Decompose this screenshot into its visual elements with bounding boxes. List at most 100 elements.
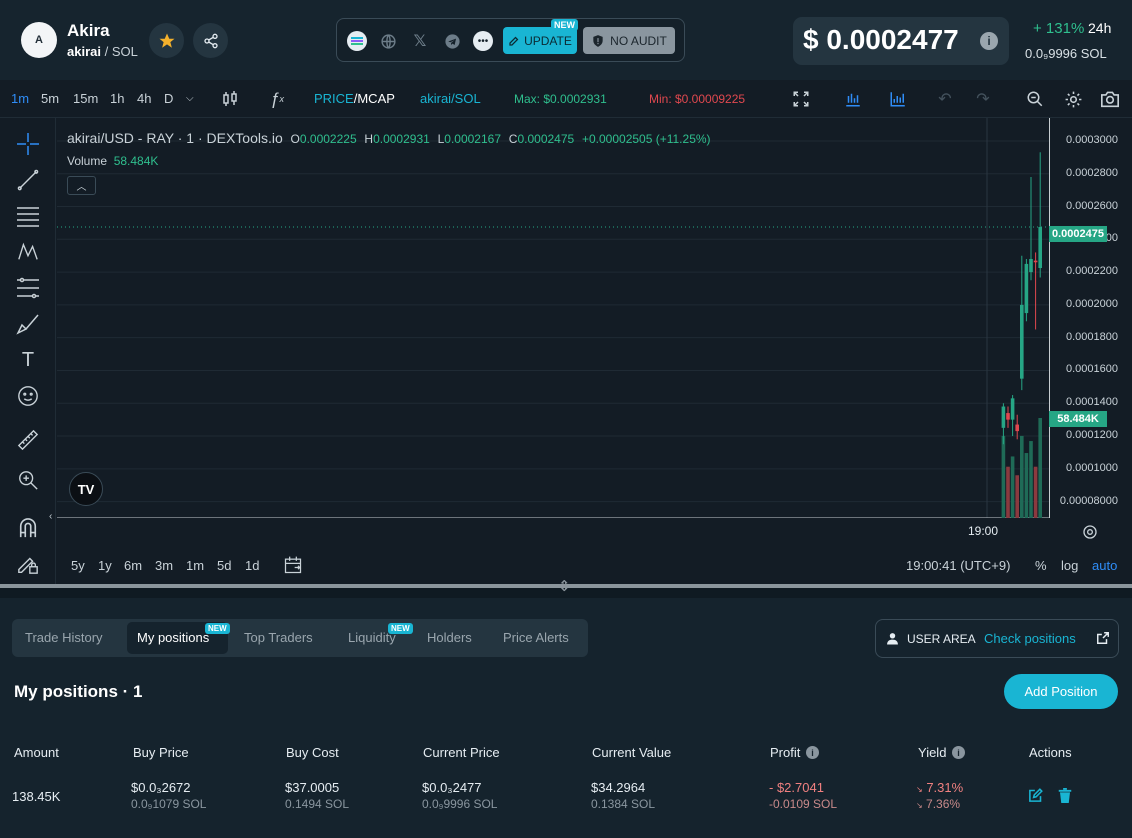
- range-3m[interactable]: 3m: [155, 558, 173, 573]
- brush-icon[interactable]: [14, 310, 42, 338]
- legend-low: 0.0002167: [444, 132, 502, 146]
- timeframe-5m[interactable]: 5m: [41, 91, 59, 106]
- indicators-icon[interactable]: ƒx: [266, 88, 288, 110]
- ruler-icon[interactable]: [14, 426, 42, 454]
- more-icon[interactable]: •••: [473, 31, 493, 51]
- chart-search-icon[interactable]: [1024, 88, 1046, 110]
- candle-body: [1024, 263, 1029, 314]
- price-change: + 131%: [1033, 20, 1085, 37]
- scroll-left-icon[interactable]: ‹: [49, 511, 52, 522]
- volume-bar: [1020, 435, 1024, 518]
- external-link-icon[interactable]: [1096, 631, 1110, 645]
- edit-position-icon[interactable]: [1028, 788, 1043, 803]
- price-scale[interactable]: 0.00030000.00028000.00026000.00024000.00…: [1049, 118, 1132, 518]
- price-scale-label: 0.0001200: [1066, 429, 1118, 442]
- emoji-icon[interactable]: [14, 382, 42, 410]
- favorite-button[interactable]: [149, 23, 184, 58]
- delete-position-icon[interactable]: [1058, 788, 1072, 803]
- x-icon[interactable]: 𝕏: [410, 31, 430, 51]
- liquidity-new-badge: NEW: [388, 623, 413, 634]
- tab-holders[interactable]: Holders: [427, 630, 472, 645]
- usd-price: $ 0.0002477: [803, 24, 959, 55]
- price-scale-label: 0.0001400: [1066, 396, 1118, 409]
- telegram-icon[interactable]: [442, 31, 462, 51]
- range-6m[interactable]: 6m: [124, 558, 142, 573]
- auto-toggle[interactable]: auto: [1092, 558, 1117, 573]
- timeframe-4h[interactable]: 4h: [137, 91, 151, 106]
- add-position-button[interactable]: Add Position: [1004, 674, 1118, 709]
- date-range-icon[interactable]: [283, 555, 303, 580]
- candle-body: [1001, 406, 1006, 428]
- crosshair-icon[interactable]: [14, 130, 42, 158]
- resize-handle-icon[interactable]: ⇕: [558, 577, 571, 595]
- row-buy-cost-sol: 0.1494 SOL: [285, 797, 350, 811]
- check-positions-link[interactable]: Check positions: [984, 631, 1076, 646]
- volume-bar: [1015, 475, 1019, 518]
- fib-tool-icon[interactable]: [14, 274, 42, 302]
- zoom-in-icon[interactable]: [14, 466, 42, 494]
- pair-toggle[interactable]: akirai/SOL: [420, 91, 481, 106]
- range-1m[interactable]: 1m: [186, 558, 204, 573]
- range-1y[interactable]: 1y: [98, 558, 112, 573]
- update-new-badge: NEW: [551, 19, 578, 31]
- chart-settings-icon[interactable]: [1062, 88, 1084, 110]
- timeframe-1h[interactable]: 1h: [110, 91, 124, 106]
- row-buy-cost: $37.0005: [285, 780, 340, 795]
- volume-tag: 58.484K: [1049, 411, 1107, 427]
- lock-drawings-icon[interactable]: [14, 550, 42, 578]
- range-1d[interactable]: 1d: [245, 558, 259, 573]
- candle-body: [1033, 260, 1038, 263]
- current-price-tag: 0.0002475: [1049, 226, 1107, 242]
- no-audit-button[interactable]: NO AUDIT: [583, 27, 675, 54]
- yield-info-icon[interactable]: i: [952, 746, 965, 759]
- share-button[interactable]: [193, 23, 228, 58]
- timeframe-d[interactable]: D: [164, 91, 173, 106]
- social-links-box: 𝕏 ••• UPDATE NEW NO AUDIT: [336, 18, 685, 62]
- timeframe-dropdown-icon[interactable]: ⌵: [186, 93, 194, 104]
- chart-widget: 1m 5m 15m 1h 4h D ⌵ ƒx PRICE/MCAP akirai…: [0, 80, 1132, 586]
- row-buy-price: $0.0₃2672: [131, 780, 191, 795]
- collapse-legend-button[interactable]: ︿: [67, 176, 96, 195]
- tab-my-positions[interactable]: My positions: [137, 630, 209, 645]
- trend-line-icon[interactable]: [14, 166, 42, 194]
- fullscreen-icon[interactable]: [790, 88, 812, 110]
- percent-toggle[interactable]: %: [1035, 558, 1047, 573]
- timeframe-15m[interactable]: 15m: [73, 91, 98, 106]
- redo-icon[interactable]: ↷: [972, 88, 994, 110]
- horizontal-lines-icon[interactable]: [14, 202, 42, 230]
- undo-icon[interactable]: ↶: [934, 88, 956, 110]
- volume-bars-icon[interactable]: [887, 88, 909, 110]
- range-5d[interactable]: 5d: [217, 558, 231, 573]
- timeframe-1m[interactable]: 1m: [11, 91, 29, 106]
- tab-price-alerts[interactable]: Price Alerts: [503, 630, 569, 645]
- token-header: A Akira akirai / SOL 𝕏 ••• UPDATE NEW NO…: [0, 0, 1132, 80]
- log-toggle[interactable]: log: [1061, 558, 1078, 573]
- pattern-icon[interactable]: [14, 238, 42, 266]
- clock-readout[interactable]: 19:00:41 (UTC+9): [906, 558, 1010, 573]
- candle-body: [1006, 413, 1010, 420]
- price-box: $ 0.0002477 i: [793, 17, 1009, 65]
- magnet-icon[interactable]: [14, 514, 42, 542]
- price-mcap-toggle[interactable]: PRICE/MCAP: [314, 91, 395, 106]
- row-yield-usd: 7.31%: [926, 780, 964, 795]
- tab-top-traders[interactable]: Top Traders: [244, 630, 313, 645]
- scale-settings-icon[interactable]: [1082, 524, 1098, 545]
- price-scale-label: 0.0002600: [1066, 199, 1118, 212]
- update-button[interactable]: UPDATE: [503, 27, 577, 54]
- token-quote: / SOL: [104, 44, 138, 59]
- share-icon: [203, 33, 218, 48]
- price-info-icon[interactable]: i: [980, 32, 998, 50]
- tab-trade-history[interactable]: Trade History: [25, 630, 103, 645]
- text-tool-icon[interactable]: T: [14, 346, 42, 374]
- trade-markers-icon[interactable]: [842, 88, 864, 110]
- candle-body: [1020, 304, 1024, 379]
- tradingview-logo[interactable]: TV: [69, 472, 103, 506]
- solscan-icon[interactable]: [347, 31, 367, 51]
- profit-info-icon[interactable]: i: [806, 746, 819, 759]
- candle-type-icon[interactable]: [219, 88, 241, 110]
- volume-bar: [1010, 456, 1015, 518]
- globe-icon[interactable]: [378, 31, 398, 51]
- range-5y[interactable]: 5y: [71, 558, 85, 573]
- header-profit: Profit: [770, 745, 801, 760]
- screenshot-icon[interactable]: [1099, 88, 1121, 110]
